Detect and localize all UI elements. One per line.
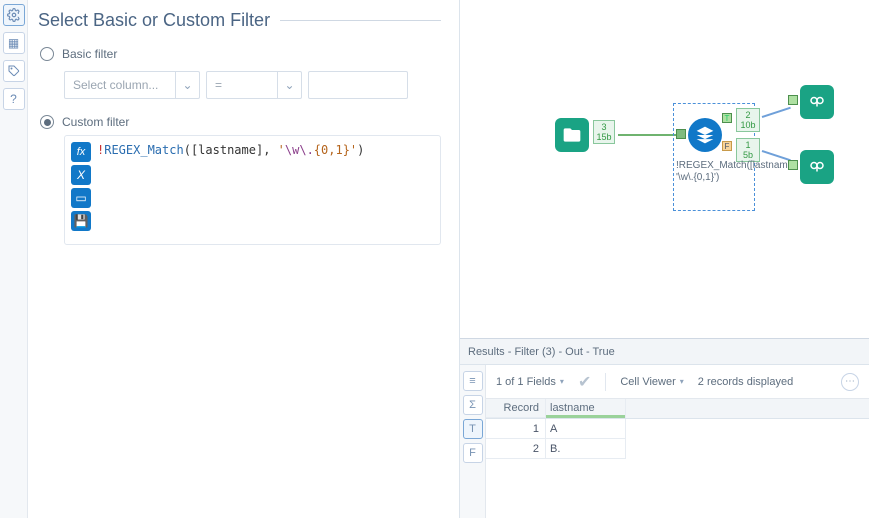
fx-icon[interactable]: fx [71,142,91,162]
tag-tab-icon[interactable] [3,60,25,82]
panel-title-text: Select Basic or Custom Filter [38,10,270,31]
basic-filter-controls: Select column... ⌄ = ⌄ [38,67,441,109]
fields-dropdown[interactable]: 1 of 1 Fields▾ [496,376,564,388]
true-output-icon[interactable]: T [463,419,483,439]
col-record[interactable]: Record [486,399,546,418]
chevron-down-icon: ▾ [560,377,564,386]
browse-tool-true[interactable] [800,85,834,119]
output-anchor-info: 315b [593,120,615,144]
text-input-tool[interactable] [555,118,589,152]
chevron-down-icon: ⌄ [277,72,301,98]
right-pane: 315b T F 210b 15b !REGEX_Match([lastname… [460,0,869,518]
messages-icon[interactable]: ≡ [463,371,483,391]
records-count: 2 records displayed [698,376,793,388]
false-anchor-info: 15b [736,138,760,162]
connection-wire [618,134,676,136]
expression-editor[interactable]: fx X ▭ 💾 !REGEX_Match([lastname], '\w\.{… [64,135,441,245]
save-icon[interactable]: 💾 [71,211,91,231]
chevron-down-icon: ⌄ [175,72,199,98]
custom-filter-radio[interactable]: Custom filter [38,109,441,135]
workflow-canvas[interactable]: 315b T F 210b 15b !REGEX_Match([lastname… [460,0,869,338]
cell-viewer-dropdown[interactable]: Cell Viewer▾ [620,376,683,388]
tool-annotation: !REGEX_Match([lastname], '\w\.{0,1}') [676,160,766,184]
false-output-icon[interactable]: F [463,443,483,463]
results-toolbar: 1 of 1 Fields▾ ✔ Cell Viewer▾ 2 records … [486,365,869,399]
radio-icon [40,47,54,61]
input-anchor[interactable] [788,95,798,105]
grid-header: Record lastname [486,399,869,419]
false-anchor[interactable]: F [722,141,732,151]
radio-icon [40,115,54,129]
apply-icon[interactable]: ✔ [578,372,591,392]
left-rail: ▦ ? [0,0,28,518]
panel-title: Select Basic or Custom Filter [38,10,441,31]
results-panel: Results - Filter (3) - Out - True ≡ Σ T … [460,338,869,518]
results-rail: ≡ Σ T F [460,365,486,518]
folder-icon[interactable]: ▭ [71,188,91,208]
browse-tool-false[interactable] [800,150,834,184]
app-root: ▦ ? Select Basic or Custom Filter Basic … [0,0,869,518]
results-grid: Record lastname 1 A 2 B. [486,399,869,459]
col-lastname[interactable]: lastname [546,399,626,418]
config-panel: Select Basic or Custom Filter Basic filt… [28,0,460,518]
formula-toolbar: fx X ▭ 💾 [71,142,91,238]
true-anchor-info: 210b [736,108,760,132]
settings-icon[interactable]: ⋯ [841,373,859,391]
input-anchor[interactable] [676,129,686,139]
sigma-icon[interactable]: Σ [463,395,483,415]
connection-wire [762,107,791,118]
xml-tab-icon[interactable]: ▦ [3,32,25,54]
basic-filter-radio[interactable]: Basic filter [38,41,441,67]
true-anchor[interactable]: T [722,113,732,123]
basic-filter-label: Basic filter [62,47,117,61]
results-header: Results - Filter (3) - Out - True [460,339,869,365]
input-anchor[interactable] [788,160,798,170]
config-tab-icon[interactable] [3,4,25,26]
table-row[interactable]: 1 A [486,419,869,439]
value-input[interactable] [308,71,408,99]
column-select[interactable]: Select column... ⌄ [64,71,200,99]
operator-select[interactable]: = ⌄ [206,71,302,99]
table-row[interactable]: 2 B. [486,439,869,459]
chevron-down-icon: ▾ [680,377,684,386]
custom-filter-label: Custom filter [62,115,129,129]
variable-icon[interactable]: X [71,165,91,185]
expression-text: !REGEX_Match([lastname], '\w\.{0,1}') [97,142,364,238]
help-tab-icon[interactable]: ? [3,88,25,110]
filter-tool[interactable] [688,118,722,152]
